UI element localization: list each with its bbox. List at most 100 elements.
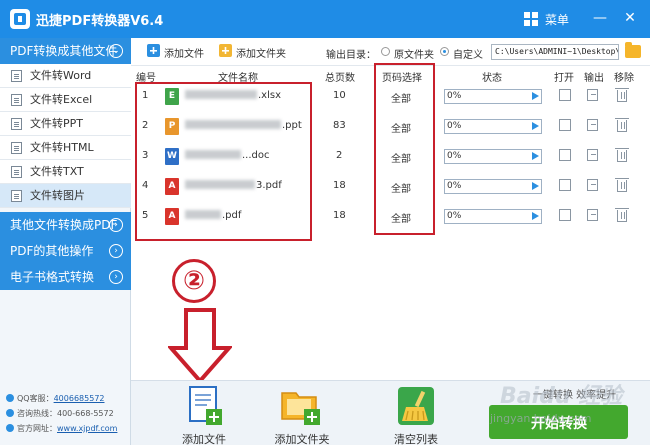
trash-icon[interactable] <box>615 178 629 192</box>
output-folder-icon[interactable] <box>587 209 598 221</box>
output-folder-icon[interactable] <box>587 119 598 131</box>
progress-text: 0% <box>447 181 462 191</box>
sidebar: PDF转换成其他文件 ⌄ 文件转Word 文件转Excel 文件转PPT 文件转… <box>0 38 131 445</box>
sidebar-item-to-image[interactable]: 文件转图片 <box>0 184 131 208</box>
add-folder-big-button[interactable]: 添加文件夹 <box>262 381 342 445</box>
image-file-icon <box>11 190 22 202</box>
title-bar: 迅捷PDF转换器V6.4 菜单 — ✕ <box>0 0 650 38</box>
trash-icon[interactable] <box>615 118 629 132</box>
down-arrow-icon <box>168 308 232 384</box>
progress-bar: 0% <box>444 209 542 224</box>
page-count: 18 <box>333 180 346 191</box>
page-count: 18 <box>333 210 346 221</box>
open-icon[interactable] <box>559 179 571 191</box>
clear-list-button[interactable]: 清空列表 <box>376 381 456 445</box>
sidebar-section-pdf-other-ops[interactable]: PDF的其他操作 › <box>0 238 131 264</box>
open-icon[interactable] <box>559 149 571 161</box>
play-icon[interactable] <box>532 152 539 160</box>
play-icon[interactable] <box>532 182 539 190</box>
play-icon[interactable] <box>532 92 539 100</box>
add-file-label: 添加文件 <box>164 49 204 60</box>
trash-icon[interactable] <box>615 88 629 102</box>
menu-button[interactable]: 菜单 <box>545 11 569 28</box>
txt-file-icon <box>11 166 22 178</box>
browse-folder-icon[interactable] <box>625 42 641 58</box>
contact-site: 官方网址：www.xjpdf.com <box>6 423 117 434</box>
sidebar-item-label: 文件转Word <box>30 69 92 82</box>
radio-original-folder[interactable] <box>381 47 390 56</box>
progress-bar: 0% <box>444 179 542 194</box>
menu-grid-icon[interactable] <box>524 12 538 26</box>
step-number-badge: ② <box>172 259 216 303</box>
progress-text: 0% <box>447 151 462 161</box>
open-icon[interactable] <box>559 119 571 131</box>
word-file-icon <box>11 70 22 82</box>
add-document-icon <box>189 386 222 425</box>
highlight-page-select <box>374 63 435 235</box>
play-icon[interactable] <box>532 212 539 220</box>
sidebar-item-to-txt[interactable]: 文件转TXT <box>0 160 131 184</box>
add-folder-button[interactable]: 添加文件夹 <box>219 44 286 60</box>
sidebar-item-label: 文件转图片 <box>30 189 85 202</box>
open-icon[interactable] <box>559 209 571 221</box>
add-file-big-button[interactable]: 添加文件 <box>164 381 244 445</box>
contact-phone: 咨询热线：400-668-5572 <box>6 408 114 419</box>
sidebar-item-to-html[interactable]: 文件转HTML <box>0 136 131 160</box>
phone-icon <box>6 409 14 417</box>
progress-text: 0% <box>447 211 462 221</box>
ppt-file-icon <box>11 118 22 130</box>
output-dir-label: 输出目录： <box>326 50 376 61</box>
progress-bar: 0% <box>444 119 542 134</box>
sidebar-section-label: 其他文件转换成PDF <box>10 218 118 232</box>
open-icon[interactable] <box>559 89 571 101</box>
minimize-icon[interactable]: — <box>590 8 610 28</box>
baidu-watermark-url: jingyan.baidu.com <box>490 412 592 425</box>
add-icon <box>147 44 160 57</box>
add-folder-icon <box>219 44 232 57</box>
play-icon[interactable] <box>532 122 539 130</box>
trash-icon[interactable] <box>615 148 629 162</box>
baidu-watermark: Baidu 经验 <box>500 384 623 409</box>
sidebar-item-label: 文件转HTML <box>30 141 94 154</box>
sidebar-item-label: 文件转TXT <box>30 165 84 178</box>
progress-text: 0% <box>447 121 462 131</box>
output-folder-icon[interactable] <box>587 179 598 191</box>
output-folder-icon[interactable] <box>587 149 598 161</box>
sidebar-section-other-to-pdf[interactable]: 其他文件转换成PDF › <box>0 212 131 238</box>
sidebar-section-label: PDF的其他操作 <box>10 244 94 258</box>
radio-custom-label: 自定义 <box>453 50 483 61</box>
radio-custom-folder[interactable] <box>440 47 449 56</box>
clear-list-label: 清空列表 <box>394 433 438 445</box>
chevron-right-icon: › <box>109 244 123 258</box>
page-count: 10 <box>333 90 346 101</box>
radio-original-label: 原文件夹 <box>394 50 434 61</box>
add-file-button[interactable]: 添加文件 <box>147 44 204 60</box>
trash-icon[interactable] <box>615 208 629 222</box>
html-file-icon <box>11 142 22 154</box>
page-count: 2 <box>336 150 343 161</box>
contact-qq: QQ客服：4006685572 <box>6 393 105 404</box>
broom-icon <box>398 387 434 425</box>
add-folder-big-label: 添加文件夹 <box>274 433 330 445</box>
sidebar-section-label: 电子书格式转换 <box>10 270 95 284</box>
app-logo-icon <box>10 9 30 29</box>
sidebar-section-pdf-to-other[interactable]: PDF转换成其他文件 ⌄ <box>0 38 131 64</box>
sidebar-section-label: PDF转换成其他文件 <box>10 44 118 58</box>
sidebar-item-to-excel[interactable]: 文件转Excel <box>0 88 131 112</box>
close-icon[interactable]: ✕ <box>620 8 640 28</box>
contact-label: QQ客服： <box>17 394 54 403</box>
qq-icon <box>6 394 14 402</box>
output-folder-icon[interactable] <box>587 89 598 101</box>
toolbar: 添加文件 添加文件夹 输出目录： 原文件夹 自定义 C:\Users\ADMIN… <box>131 38 650 66</box>
progress-bar: 0% <box>444 89 542 104</box>
output-path-input[interactable]: C:\Users\ADMINI~1\Desktop\新建文 <box>491 44 619 60</box>
sidebar-item-label: 文件转PPT <box>30 117 83 130</box>
sidebar-item-to-ppt[interactable]: 文件转PPT <box>0 112 131 136</box>
sidebar-section-ebook[interactable]: 电子书格式转换 › <box>0 264 131 290</box>
chevron-right-icon: › <box>109 270 123 284</box>
sidebar-item-to-word[interactable]: 文件转Word <box>0 64 131 88</box>
add-file-big-label: 添加文件 <box>182 433 226 445</box>
site-link[interactable]: www.xjpdf.com <box>57 424 117 433</box>
qq-link[interactable]: 4006685572 <box>54 394 105 403</box>
excel-file-icon <box>11 94 22 106</box>
